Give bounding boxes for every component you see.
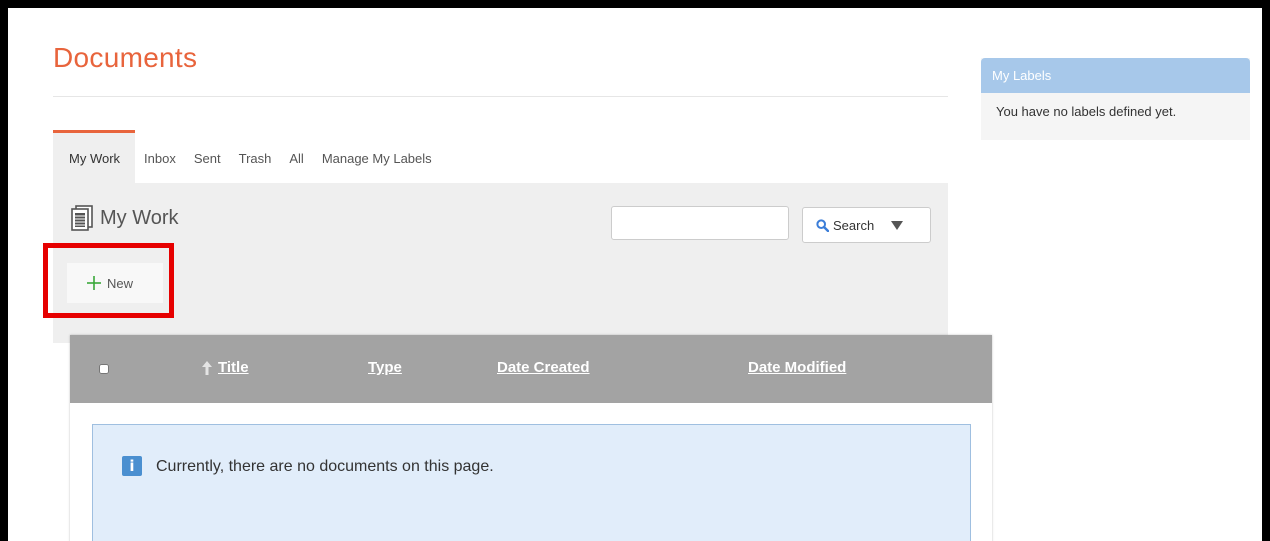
- plus-icon: [87, 276, 101, 290]
- column-header-type[interactable]: Type: [368, 359, 402, 376]
- column-header-date-created[interactable]: Date Created: [497, 359, 590, 376]
- labels-empty-text: You have no labels defined yet.: [996, 104, 1177, 119]
- empty-state-message: i Currently, there are no documents on t…: [92, 424, 971, 541]
- select-all-checkbox[interactable]: [99, 364, 109, 374]
- tab-my-work[interactable]: My Work: [53, 130, 136, 183]
- documents-table: Title Type Date Created Date Modified i …: [70, 335, 992, 541]
- info-icon: i: [122, 456, 142, 476]
- new-button-label: New: [107, 275, 134, 291]
- my-labels-widget: My Labels You have no labels defined yet…: [981, 58, 1250, 140]
- tab-sent[interactable]: Sent: [185, 130, 230, 183]
- magnifier-icon: [816, 218, 829, 232]
- my-work-panel: My Work Search New: [53, 183, 948, 343]
- page-title: Documents: [53, 42, 198, 73]
- table-header: Title Type Date Created Date Modified: [70, 335, 992, 403]
- tab-inbox[interactable]: Inbox: [135, 130, 185, 183]
- tab-all[interactable]: All: [280, 130, 312, 183]
- search-input[interactable]: [611, 206, 789, 240]
- caret-down-icon: [891, 220, 904, 230]
- documents-icon: [71, 205, 93, 231]
- empty-state-text: Currently, there are no documents on thi…: [156, 458, 494, 475]
- app-frame: Documents My Work Inbox Sent Trash All M…: [8, 8, 1262, 541]
- search-dropdown-button[interactable]: Search: [802, 207, 931, 243]
- search-button-label: Search: [833, 217, 875, 233]
- title-divider: [53, 96, 948, 97]
- panel-heading: My Work: [71, 205, 179, 231]
- panel-title: My Work: [100, 206, 179, 229]
- column-header-date-modified[interactable]: Date Modified: [748, 359, 846, 376]
- new-document-button[interactable]: New: [67, 263, 163, 303]
- column-header-title[interactable]: Title: [218, 359, 249, 376]
- tab-trash[interactable]: Trash: [230, 130, 281, 183]
- sort-ascending-icon: [202, 361, 212, 375]
- tab-bar: My Work Inbox Sent Trash All Manage My L…: [53, 130, 441, 183]
- labels-widget-title: My Labels: [981, 58, 1250, 93]
- tab-manage-my-labels[interactable]: Manage My Labels: [313, 130, 441, 183]
